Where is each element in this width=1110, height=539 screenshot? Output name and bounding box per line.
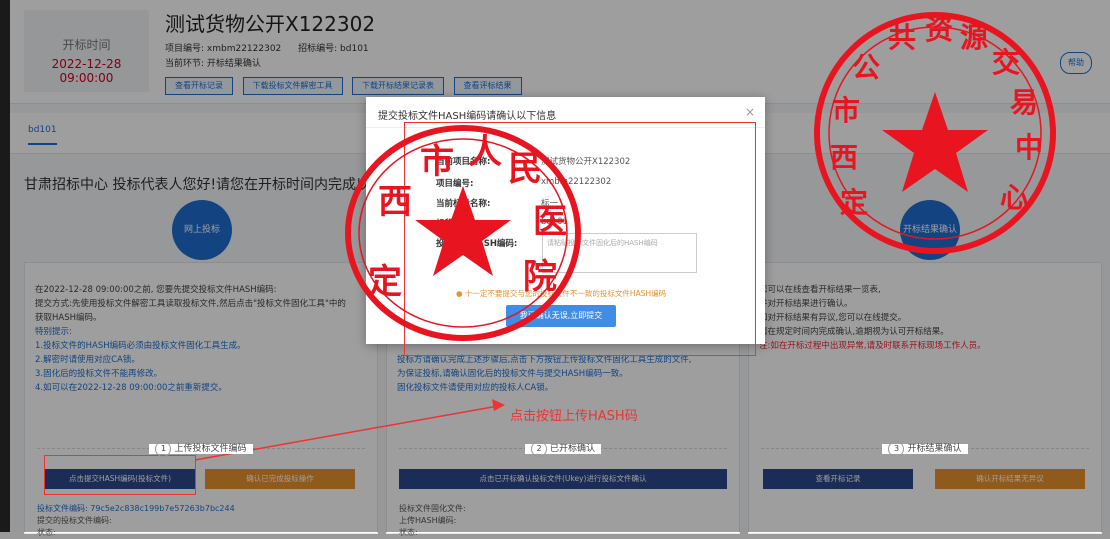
- step-2-label: 已开标确认: [549, 444, 595, 454]
- step-1-label: 上传投标文件编码: [174, 444, 247, 454]
- step-3-label: 开标结果确认: [907, 444, 962, 454]
- step-2-number: 2: [530, 441, 547, 457]
- trading-center-seal-stamp: 定西市 公共资 源交易 中心: [814, 12, 1056, 254]
- hospital-seal-stamp: 定西市 人民医院: [345, 125, 581, 341]
